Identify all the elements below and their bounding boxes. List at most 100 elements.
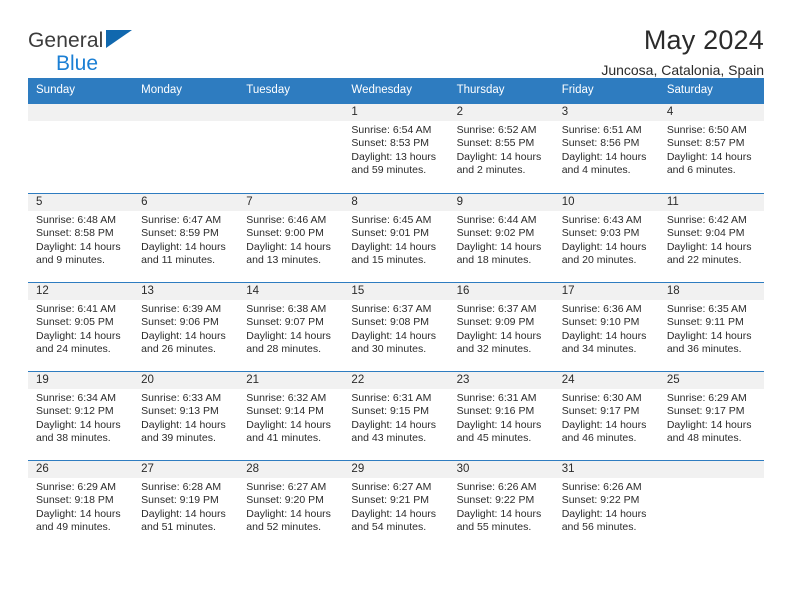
day-cell[interactable]: 9 Sunrise: 6:44 AM Sunset: 9:02 PM Daylight… [448, 193, 554, 282]
day-cell[interactable]: 29 Sunrise: 6:27 AM Sunset: 9:21 PM Dayligh… [343, 460, 449, 549]
day-cell[interactable]: 24 Sunrise: 6:30 AM Sunset: 9:17 PM Dayligh… [553, 371, 659, 460]
day-detail-daylight1: Daylight: 14 hours [246, 418, 331, 431]
day-cell[interactable]: 19 Sunrise: 6:34 AM Sunset: 9:12 PM Dayligh… [28, 371, 134, 460]
day-cell[interactable]: 7 Sunrise: 6:46 AM Sunset: 9:00 PM Daylight… [238, 193, 344, 282]
calendar-page: General Blue May 2024 Juncosa, Catalonia… [0, 0, 792, 612]
day-details: Sunrise: 6:33 AM Sunset: 9:13 PM Daylight:… [133, 389, 238, 446]
day-detail-sunrise: Sunrise: 6:29 AM [666, 391, 747, 404]
day-detail-sunrise: Sunrise: 6:47 AM [141, 213, 222, 226]
day-cell[interactable]: 30 Sunrise: 6:26 AM Sunset: 9:22 PM Dayligh… [448, 460, 554, 549]
day-detail-daylight1: Daylight: 14 hours [141, 329, 226, 342]
day-detail-sunset: Sunset: 9:17 PM [666, 405, 745, 418]
day-cell[interactable]: 23 Sunrise: 6:31 AM Sunset: 9:16 PM Dayligh… [448, 371, 554, 460]
location-subtitle: Juncosa, Catalonia, Spain [601, 62, 764, 79]
day-cell[interactable]: 31 Sunrise: 6:26 AM Sunset: 9:22 PM Dayligh… [553, 460, 659, 549]
dow-header-wednesday: Wednesday [351, 84, 412, 96]
day-detail-sunset: Sunset: 9:21 PM [351, 494, 430, 507]
day-cell[interactable]: 11 Sunrise: 6:42 AM Sunset: 9:04 PM Dayligh… [658, 193, 764, 282]
day-cell[interactable]: 26 Sunrise: 6:29 AM Sunset: 9:18 PM Dayligh… [28, 460, 134, 549]
day-cell[interactable]: 5 Sunrise: 6:48 AM Sunset: 8:58 PM Daylight… [28, 193, 134, 282]
day-detail-daylight2: and 15 minutes. [351, 254, 427, 267]
day-detail-daylight1: Daylight: 13 hours [351, 150, 437, 163]
day-details: Sunrise: 6:48 AM Sunset: 8:58 PM Daylight:… [28, 211, 133, 268]
day-cell[interactable]: 4 Sunrise: 6:50 AM Sunset: 8:57 PM Daylight… [658, 103, 764, 193]
page-title: May 2024 [643, 25, 764, 55]
day-cell[interactable]: 28 Sunrise: 6:27 AM Sunset: 9:20 PM Dayligh… [238, 460, 344, 549]
day-cell[interactable]: 2 Sunrise: 6:52 AM Sunset: 8:55 PM Daylight… [448, 103, 554, 193]
day-detail-sunset: Sunset: 9:03 PM [561, 227, 640, 240]
day-cell[interactable]: 1 Sunrise: 6:54 AM Sunset: 8:53 PM Daylight… [343, 103, 449, 193]
day-detail-sunset: Sunset: 9:05 PM [36, 316, 114, 329]
day-detail-sunrise: Sunrise: 6:31 AM [351, 391, 432, 404]
title-block: May 2024 Juncosa, Catalonia, Spain [601, 26, 764, 79]
day-detail-sunrise: Sunrise: 6:31 AM [456, 391, 537, 404]
day-detail-sunset: Sunset: 9:15 PM [351, 405, 430, 418]
day-cell[interactable]: 8 Sunrise: 6:45 AM Sunset: 9:01 PM Daylight… [343, 193, 449, 282]
day-cell[interactable]: 13 Sunrise: 6:39 AM Sunset: 9:06 PM Dayligh… [133, 282, 239, 371]
day-number: 11 [658, 193, 764, 211]
day-number: 15 [343, 282, 449, 300]
day-of-week-header-row: Sunday Monday Tuesday Wednesday Thursday… [28, 78, 764, 104]
day-detail-sunrise: Sunrise: 6:44 AM [456, 213, 537, 226]
day-detail-daylight2: and 59 minutes. [351, 164, 427, 177]
day-detail-daylight1: Daylight: 14 hours [351, 418, 437, 431]
day-details: Sunrise: 6:45 AM Sunset: 9:01 PM Daylight:… [343, 211, 448, 268]
day-detail-daylight1: Daylight: 14 hours [561, 418, 647, 431]
day-detail-sunset: Sunset: 9:08 PM [351, 316, 430, 329]
day-detail-daylight1: Daylight: 14 hours [666, 150, 752, 163]
day-details: Sunrise: 6:47 AM Sunset: 8:59 PM Daylight:… [133, 211, 238, 268]
day-cell[interactable]: 18 Sunrise: 6:35 AM Sunset: 9:11 PM Dayligh… [658, 282, 764, 371]
day-details: Sunrise: 6:52 AM Sunset: 8:55 PM Daylight:… [449, 121, 554, 178]
day-detail-daylight1: Daylight: 14 hours [666, 240, 752, 253]
day-detail-sunrise: Sunrise: 6:52 AM [456, 123, 537, 136]
day-cell[interactable]: 6 Sunrise: 6:47 AM Sunset: 8:59 PM Daylight… [133, 193, 239, 282]
day-details: Sunrise: 6:37 AM Sunset: 9:08 PM Daylight:… [343, 300, 448, 357]
day-detail-daylight1: Daylight: 14 hours [141, 418, 226, 431]
day-cell[interactable]: 25 Sunrise: 6:29 AM Sunset: 9:17 PM Dayligh… [658, 371, 764, 460]
day-cell[interactable]: 17 Sunrise: 6:36 AM Sunset: 9:10 PM Dayligh… [553, 282, 659, 371]
day-cell[interactable]: 27 Sunrise: 6:28 AM Sunset: 9:19 PM Dayligh… [133, 460, 239, 549]
calendar-week-row: 1 Sunrise: 6:54 AM Sunset: 8:53 PM Daylight… [28, 103, 764, 193]
day-detail-daylight2: and 55 minutes. [456, 521, 532, 534]
day-detail-daylight2: and 43 minutes. [351, 432, 427, 445]
day-details: Sunrise: 6:42 AM Sunset: 9:04 PM Daylight:… [659, 211, 764, 268]
day-details: Sunrise: 6:36 AM Sunset: 9:10 PM Daylight:… [554, 300, 659, 357]
day-cell[interactable]: 12 Sunrise: 6:41 AM Sunset: 9:05 PM Dayligh… [28, 282, 134, 371]
calendar-grid: Sunday Monday Tuesday Wednesday Thursday… [28, 78, 764, 549]
day-cell[interactable]: 10 Sunrise: 6:43 AM Sunset: 9:03 PM Dayligh… [553, 193, 659, 282]
day-detail-sunset: Sunset: 8:53 PM [351, 137, 430, 150]
day-details: Sunrise: 6:39 AM Sunset: 9:06 PM Daylight:… [133, 300, 238, 357]
day-detail-daylight1: Daylight: 14 hours [351, 507, 437, 520]
day-details: Sunrise: 6:32 AM Sunset: 9:14 PM Daylight:… [238, 389, 343, 446]
day-detail-sunrise: Sunrise: 6:45 AM [351, 213, 432, 226]
calendar-weeks: 1 Sunrise: 6:54 AM Sunset: 8:53 PM Daylight… [28, 103, 764, 549]
day-detail-daylight2: and 24 minutes. [36, 343, 111, 356]
day-cell[interactable]: 15 Sunrise: 6:37 AM Sunset: 9:08 PM Dayligh… [343, 282, 449, 371]
day-cell[interactable]: 3 Sunrise: 6:51 AM Sunset: 8:56 PM Daylight… [553, 103, 659, 193]
day-number: 14 [238, 282, 344, 300]
day-detail-daylight1: Daylight: 14 hours [456, 329, 542, 342]
day-detail-daylight2: and 51 minutes. [141, 521, 216, 534]
day-number: 12 [28, 282, 134, 300]
day-cell[interactable]: 14 Sunrise: 6:38 AM Sunset: 9:07 PM Dayligh… [238, 282, 344, 371]
day-detail-sunrise: Sunrise: 6:29 AM [36, 480, 116, 493]
day-detail-daylight2: and 56 minutes. [561, 521, 637, 534]
day-cell[interactable]: 20 Sunrise: 6:33 AM Sunset: 9:13 PM Dayligh… [133, 371, 239, 460]
page-header: General Blue May 2024 Juncosa, Catalonia… [28, 0, 764, 79]
day-details: Sunrise: 6:31 AM Sunset: 9:16 PM Daylight:… [449, 389, 554, 446]
day-detail-daylight2: and 4 minutes. [561, 164, 631, 177]
day-detail-daylight2: and 26 minutes. [141, 343, 216, 356]
day-detail-daylight1: Daylight: 14 hours [36, 418, 121, 431]
day-detail-daylight1: Daylight: 14 hours [141, 240, 226, 253]
logo-general-blue[interactable]: General Blue [28, 26, 198, 74]
logo-triangle-icon [106, 30, 132, 48]
day-number: 6 [133, 193, 239, 211]
day-number: 19 [28, 371, 134, 389]
day-cell[interactable]: 22 Sunrise: 6:31 AM Sunset: 9:15 PM Dayligh… [343, 371, 449, 460]
day-cell[interactable]: 21 Sunrise: 6:32 AM Sunset: 9:14 PM Dayligh… [238, 371, 344, 460]
day-cell[interactable]: 16 Sunrise: 6:37 AM Sunset: 9:09 PM Dayligh… [448, 282, 554, 371]
day-detail-daylight1: Daylight: 14 hours [456, 240, 542, 253]
day-number: 25 [658, 371, 764, 389]
day-detail-sunset: Sunset: 8:59 PM [141, 227, 219, 240]
day-details: Sunrise: 6:51 AM Sunset: 8:56 PM Daylight:… [554, 121, 659, 178]
